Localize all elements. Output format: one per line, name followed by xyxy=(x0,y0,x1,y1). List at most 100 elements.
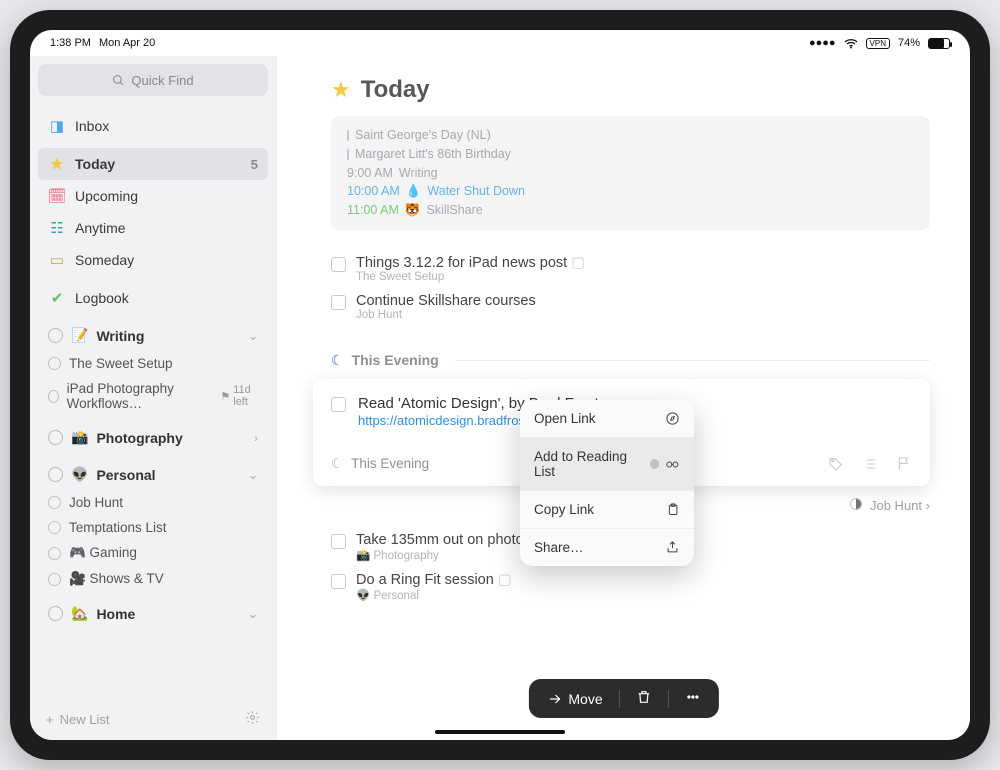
area-photography[interactable]: 📸 Photography › xyxy=(38,422,268,453)
share-item[interactable]: Share… xyxy=(520,529,694,566)
calendar-allday: Margaret Litt's 86th Birthday xyxy=(355,145,511,164)
sidebar-logbook[interactable]: ✔︎ Logbook xyxy=(38,282,268,314)
project-ipad-photo[interactable]: iPad Photography Workflows… ⚑ 11d left xyxy=(38,376,268,416)
chevron-right-icon: › xyxy=(254,431,258,445)
sidebar-upcoming[interactable]: 🗓 Upcoming xyxy=(38,180,268,212)
search-icon xyxy=(112,74,125,87)
chevron-down-icon: ⌄ xyxy=(248,468,258,482)
sidebar-anytime-label: Anytime xyxy=(75,220,126,236)
project-label: Job Hunt xyxy=(69,495,123,510)
tag-icon[interactable] xyxy=(828,456,844,472)
logbook-icon: ✔︎ xyxy=(48,289,66,307)
project-label: 🎮 Gaming xyxy=(69,545,137,561)
task-title: Things 3.12.2 for iPad news post ▢ xyxy=(356,255,585,271)
calendar-event: Writing xyxy=(399,164,438,183)
calendar-icon: 🗓 xyxy=(48,187,66,205)
sidebar-inbox[interactable]: ◨ Inbox xyxy=(38,110,268,142)
project-circle-icon xyxy=(48,496,61,509)
moon-icon: ☾ xyxy=(331,456,343,472)
area-emoji: 📸 xyxy=(71,429,88,446)
home-indicator[interactable] xyxy=(435,730,565,734)
menu-label: Copy Link xyxy=(534,502,594,517)
battery-pct: 74% xyxy=(898,37,920,49)
project-sweet-setup[interactable]: The Sweet Setup xyxy=(38,351,268,376)
project-circle-icon xyxy=(48,547,61,560)
clipboard-icon xyxy=(665,502,680,517)
layers-icon: ☷ xyxy=(48,219,66,237)
project-circle-icon xyxy=(48,357,61,370)
calendar-event: Water Shut Down xyxy=(427,182,525,201)
copy-link-item[interactable]: Copy Link xyxy=(520,491,694,529)
area-writing[interactable]: 📝 Writing ⌄ xyxy=(38,320,268,351)
menu-label: Open Link xyxy=(534,411,596,426)
task-title: Do a Ring Fit session ▢ xyxy=(356,572,512,588)
deadline-badge: ⚑ 11d left xyxy=(220,384,258,408)
today-count-badge: 5 xyxy=(251,157,258,172)
sidebar-someday-label: Someday xyxy=(75,252,134,268)
status-date: Mon Apr 20 xyxy=(99,37,155,49)
project-circle-icon xyxy=(48,390,59,403)
checkbox[interactable] xyxy=(331,257,346,272)
task-row[interactable]: Things 3.12.2 for iPad news post ▢ The S… xyxy=(309,250,930,288)
area-circle-icon xyxy=(48,328,63,343)
status-bar: 1:38 PM Mon Apr 20 ●●●● VPN 74% xyxy=(30,30,970,56)
checkbox[interactable] xyxy=(331,534,346,549)
area-home[interactable]: 🏡 Home ⌄ xyxy=(38,598,268,629)
new-list-button[interactable]: New List xyxy=(60,712,110,727)
chevron-down-icon: ⌄ xyxy=(248,607,258,621)
evening-label: This Evening xyxy=(352,352,439,368)
checklist-icon[interactable] xyxy=(862,456,878,472)
project-shows-tv[interactable]: 🎥 Shows & TV xyxy=(38,566,268,592)
checkbox[interactable] xyxy=(331,295,346,310)
app-body: Quick Find ◨ Inbox ★ Today 5 🗓 xyxy=(30,56,970,740)
add-reading-list-item[interactable]: Add to Reading List xyxy=(520,438,694,491)
star-icon: ★ xyxy=(331,77,351,103)
area-circle-icon xyxy=(48,430,63,445)
project-circle-icon xyxy=(48,573,61,586)
checkbox[interactable] xyxy=(331,397,346,412)
vpn-badge: VPN xyxy=(866,38,890,49)
checkbox[interactable] xyxy=(331,574,346,589)
when-label[interactable]: This Evening xyxy=(351,456,429,471)
star-icon: ★ xyxy=(48,155,66,173)
project-crumb-label: Job Hunt xyxy=(870,498,922,513)
task-row[interactable]: Continue Skillshare courses Job Hunt xyxy=(309,288,930,326)
battery-icon xyxy=(928,38,950,49)
gear-icon[interactable] xyxy=(245,710,260,728)
flag-icon[interactable] xyxy=(896,456,912,472)
sidebar-anytime[interactable]: ☷ Anytime xyxy=(38,212,268,244)
screen: 1:38 PM Mon Apr 20 ●●●● VPN 74% Quick Fi… xyxy=(30,30,970,740)
chevron-down-icon: ⌄ xyxy=(248,329,258,343)
wifi-icon xyxy=(844,38,858,49)
open-link-item[interactable]: Open Link xyxy=(520,400,694,438)
sidebar-today[interactable]: ★ Today 5 xyxy=(38,148,268,180)
sidebar-someday[interactable]: ▭ Someday xyxy=(38,244,268,276)
task-row[interactable]: Do a Ring Fit session ▢ 👽 Personal xyxy=(309,567,930,607)
calendar-event: SkillShare xyxy=(426,201,482,220)
move-button[interactable]: Move xyxy=(546,691,602,707)
task-project: 👽 Personal xyxy=(356,588,512,602)
project-temptations[interactable]: Temptations List xyxy=(38,515,268,540)
sidebar-footer: + New List xyxy=(38,700,268,740)
sidebar-today-label: Today xyxy=(75,156,115,172)
separator xyxy=(619,690,620,708)
project-gaming[interactable]: 🎮 Gaming xyxy=(38,540,268,566)
area-personal[interactable]: 👽 Personal ⌄ xyxy=(38,459,268,490)
quick-find-label: Quick Find xyxy=(131,73,193,88)
chevron-right-icon: › xyxy=(926,498,930,513)
share-icon xyxy=(665,540,680,555)
bottom-toolbar: Move xyxy=(528,679,718,718)
area-photography-label: Photography xyxy=(96,430,182,446)
trash-button[interactable] xyxy=(636,689,652,708)
task-project: Job Hunt xyxy=(356,309,536,321)
quick-find[interactable]: Quick Find xyxy=(38,64,268,96)
project-jobhunt[interactable]: Job Hunt xyxy=(38,490,268,515)
project-label: Temptations List xyxy=(69,520,167,535)
main-content: ★ Today Saint George's Day (NL) Margaret… xyxy=(277,56,970,740)
notes-icon: ▢ xyxy=(498,572,512,588)
plus-icon: + xyxy=(46,712,54,727)
more-button[interactable] xyxy=(685,689,701,708)
moon-icon: ☾ xyxy=(331,352,344,369)
notes-icon: ▢ xyxy=(571,255,585,271)
sidebar-logbook-label: Logbook xyxy=(75,290,129,306)
